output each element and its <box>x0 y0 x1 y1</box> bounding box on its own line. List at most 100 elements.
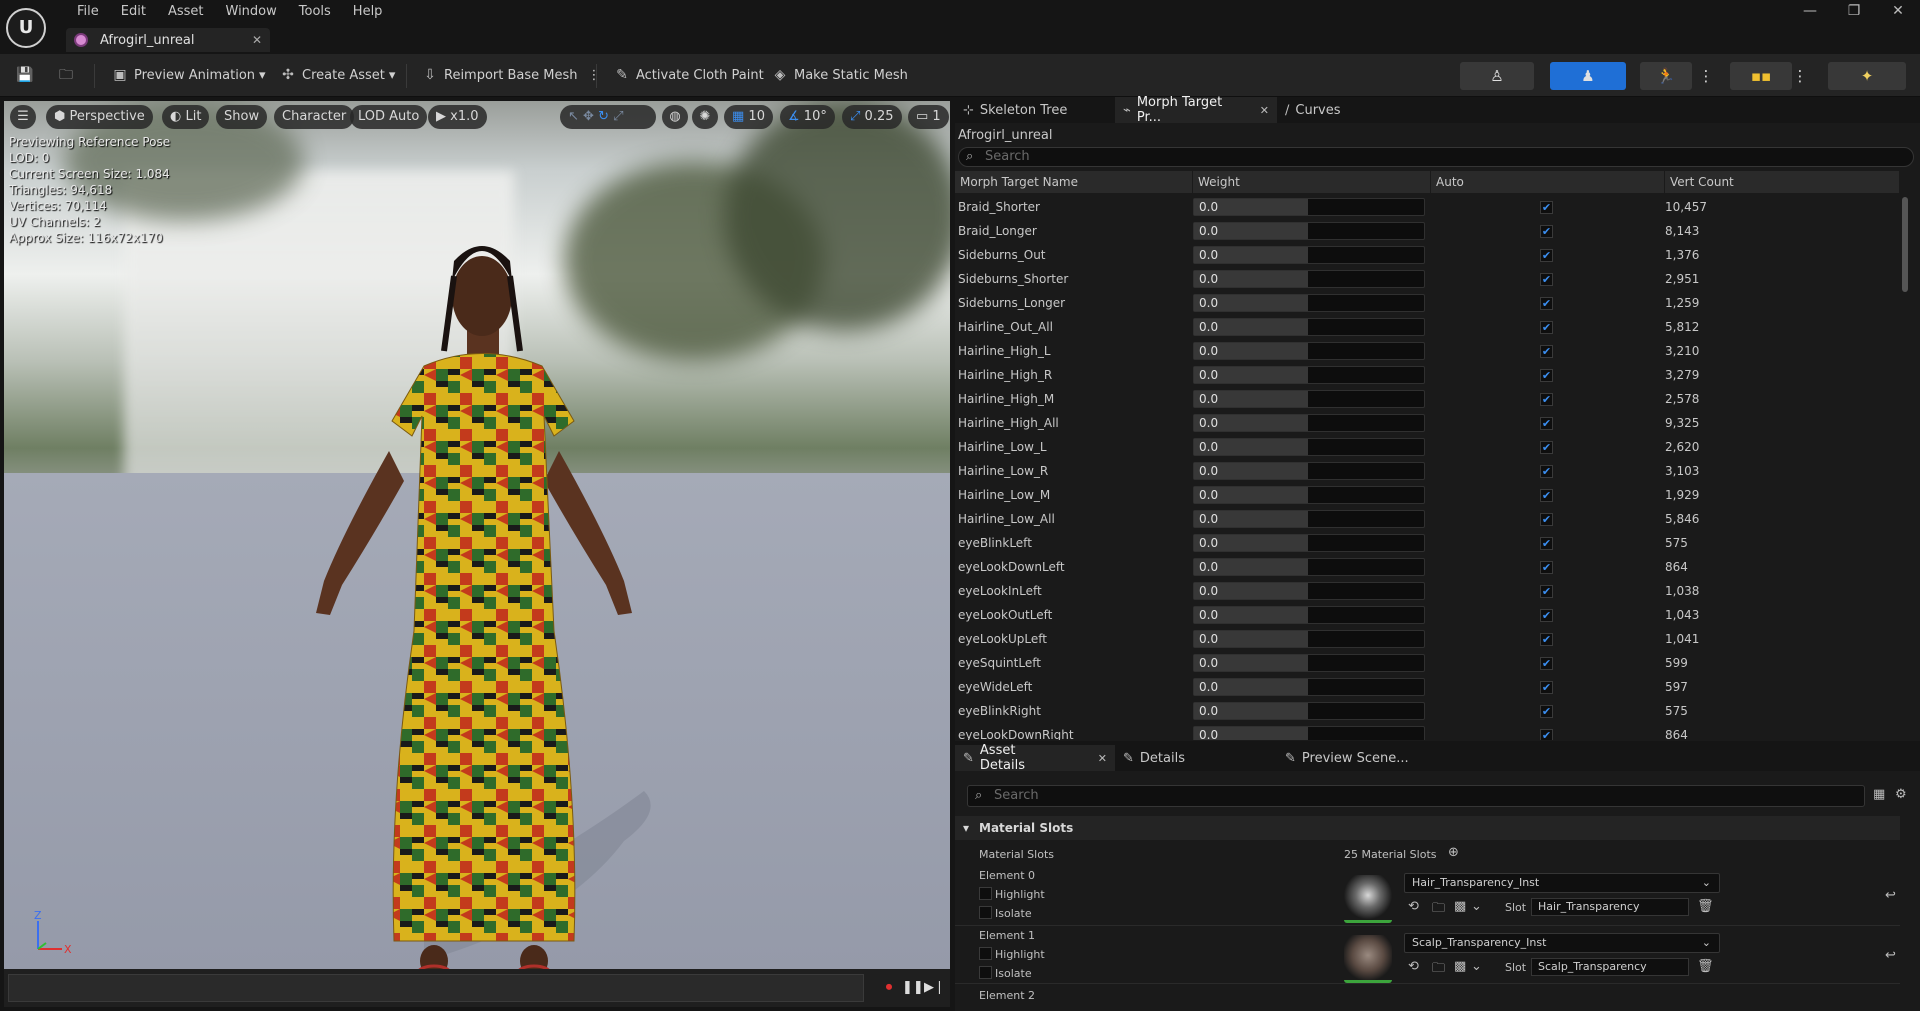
isolate-checkbox[interactable] <box>979 906 992 919</box>
auto-checkbox[interactable]: ✔ <box>1540 537 1553 550</box>
pause-icon[interactable]: ❚❚ <box>902 979 924 997</box>
tab-preview-scene[interactable]: ✎ Preview Scene... <box>1277 745 1437 771</box>
skeleton-mode-button[interactable]: ♙ <box>1460 62 1534 90</box>
move-icon[interactable]: ✥ <box>583 109 594 124</box>
menu-edit[interactable]: Edit <box>110 2 157 22</box>
column-header-name[interactable]: Morph Target Name <box>955 171 1193 193</box>
activate-cloth-paint-button[interactable]: ✎ Activate Cloth Paint <box>614 62 764 88</box>
weight-slider[interactable]: 0.0 <box>1193 222 1425 240</box>
gear-icon[interactable]: ⚙ <box>1895 787 1907 802</box>
3d-viewport[interactable]: ☰ ⬢ Perspective ◐ Lit Show Character LOD… <box>4 101 950 969</box>
table-row[interactable]: Hairline_Low_All 0.0 ✔ 5,846 <box>955 507 1900 531</box>
table-row[interactable]: eyeLookUpLeft 0.0 ✔ 1,041 <box>955 627 1900 651</box>
auto-checkbox[interactable]: ✔ <box>1540 729 1553 740</box>
record-icon[interactable]: ⏺ <box>880 979 898 997</box>
make-static-mesh-button[interactable]: ◈ Make Static Mesh <box>772 62 908 88</box>
reset-to-default-icon[interactable]: ↩ <box>1885 948 1896 963</box>
weight-slider[interactable]: 0.0 <box>1193 246 1425 264</box>
tab-morph-target-preview[interactable]: ⌁ Morph Target Pr... ✕ <box>1115 95 1277 125</box>
step-forward-icon[interactable]: ▶❘ <box>924 979 945 997</box>
checker-icon[interactable]: ▩ <box>1454 959 1466 974</box>
grid-snap-button[interactable]: ▦ 10 <box>724 105 773 129</box>
weight-slider[interactable]: 0.0 <box>1193 342 1425 360</box>
weight-slider[interactable]: 0.0 <box>1193 486 1425 504</box>
blueprint-mode-button[interactable]: ▪▪ <box>1730 62 1792 90</box>
weight-slider[interactable]: 0.0 <box>1193 534 1425 552</box>
table-row[interactable]: eyeBlinkLeft 0.0 ✔ 575 <box>955 531 1900 555</box>
close-icon[interactable]: ✕ <box>1260 104 1269 117</box>
weight-slider[interactable]: 0.0 <box>1193 294 1425 312</box>
weight-slider[interactable]: 0.0 <box>1193 318 1425 336</box>
column-header-auto[interactable]: Auto <box>1431 171 1665 193</box>
rotate-icon[interactable]: ↻ <box>598 109 609 124</box>
table-row[interactable]: eyeSquintLeft 0.0 ✔ 599 <box>955 651 1900 675</box>
skeletal-mesh-mode-button[interactable]: ♟ <box>1550 62 1626 90</box>
reset-arrow-icon[interactable]: ⟲ <box>1408 899 1419 914</box>
browse-folder-icon[interactable]: 🗀 <box>1432 959 1445 981</box>
auto-checkbox[interactable]: ✔ <box>1540 225 1553 238</box>
reset-arrow-icon[interactable]: ⟲ <box>1408 959 1419 974</box>
table-row[interactable]: Sideburns_Shorter 0.0 ✔ 2,951 <box>955 267 1900 291</box>
auto-checkbox[interactable]: ✔ <box>1540 705 1553 718</box>
menu-file[interactable]: File <box>66 2 110 22</box>
rotation-snap-button[interactable]: ∡ 10° <box>780 105 835 129</box>
weight-slider[interactable]: 0.0 <box>1193 726 1425 740</box>
auto-checkbox[interactable]: ✔ <box>1540 393 1553 406</box>
morph-search-input[interactable]: ⌕ Search <box>958 147 1914 167</box>
weight-slider[interactable]: 0.0 <box>1193 654 1425 672</box>
auto-checkbox[interactable]: ✔ <box>1540 201 1553 214</box>
auto-checkbox[interactable]: ✔ <box>1540 273 1553 286</box>
weight-slider[interactable]: 0.0 <box>1193 702 1425 720</box>
details-search-input[interactable]: ⌕ Search <box>967 785 1865 807</box>
weight-slider[interactable]: 0.0 <box>1193 630 1425 648</box>
auto-checkbox[interactable]: ✔ <box>1540 681 1553 694</box>
close-icon[interactable]: ✕ <box>252 33 262 47</box>
weight-slider[interactable]: 0.0 <box>1193 366 1425 384</box>
browse-button[interactable]: 🗀 <box>58 62 80 88</box>
tab-skeleton-tree[interactable]: ⊹ Skeleton Tree <box>955 97 1115 123</box>
lit-button[interactable]: ◐ Lit <box>162 105 210 129</box>
close-window-icon[interactable]: ✕ <box>1876 0 1920 24</box>
table-row[interactable]: Hairline_Out_All 0.0 ✔ 5,812 <box>955 315 1900 339</box>
play-rate-button[interactable]: ▶ x1.0 <box>428 105 487 129</box>
animation-mode-button[interactable]: 🏃 <box>1640 62 1692 90</box>
column-header-weight[interactable]: Weight <box>1193 171 1431 193</box>
weight-slider[interactable]: 0.0 <box>1193 510 1425 528</box>
world-space-icon[interactable]: ◍ <box>662 105 688 129</box>
perspective-button[interactable]: ⬢ Perspective <box>46 105 153 129</box>
scale-snap-button[interactable]: ⤢ 0.25 <box>842 105 902 129</box>
reset-to-default-icon[interactable]: ↩ <box>1885 888 1896 903</box>
auto-checkbox[interactable]: ✔ <box>1540 321 1553 334</box>
tab-curves[interactable]: ∕ Curves <box>1277 97 1377 123</box>
material-select[interactable]: Hair_Transparency_Inst ⌄ <box>1404 873 1720 893</box>
more-options-icon[interactable]: ⋮ <box>1696 62 1716 90</box>
save-button[interactable]: 💾 <box>16 62 38 88</box>
auto-checkbox[interactable]: ✔ <box>1540 417 1553 430</box>
auto-checkbox[interactable]: ✔ <box>1540 585 1553 598</box>
weight-slider[interactable]: 0.0 <box>1193 414 1425 432</box>
auto-checkbox[interactable]: ✔ <box>1540 345 1553 358</box>
table-row[interactable]: eyeLookDownRight 0.0 ✔ 864 <box>955 723 1900 740</box>
select-icon[interactable]: ↖ <box>568 109 579 124</box>
slot-name-field[interactable]: Hair_Transparency <box>1531 898 1689 916</box>
reimport-base-mesh-button[interactable]: ⇩ Reimport Base Mesh ⋮ <box>422 62 600 88</box>
show-button[interactable]: Show <box>216 105 268 129</box>
tab-details[interactable]: ✎ Details <box>1115 745 1277 771</box>
chevron-down-icon[interactable]: ⌄ <box>1471 899 1482 914</box>
auto-checkbox[interactable]: ✔ <box>1540 609 1553 622</box>
scrollbar[interactable] <box>1902 197 1908 292</box>
auto-checkbox[interactable]: ✔ <box>1540 633 1553 646</box>
document-tab[interactable]: Afrogirl_unreal ✕ <box>66 28 270 52</box>
tab-asset-details[interactable]: ✎ Asset Details ✕ <box>955 743 1115 773</box>
material-thumbnail[interactable] <box>1344 875 1392 923</box>
weight-slider[interactable]: 0.0 <box>1193 558 1425 576</box>
table-row[interactable]: Hairline_Low_R 0.0 ✔ 3,103 <box>955 459 1900 483</box>
table-row[interactable]: Hairline_Low_L 0.0 ✔ 2,620 <box>955 435 1900 459</box>
material-select[interactable]: Scalp_Transparency_Inst ⌄ <box>1404 933 1720 953</box>
auto-checkbox[interactable]: ✔ <box>1540 297 1553 310</box>
more-options-icon[interactable]: ⋮ <box>1790 62 1810 90</box>
table-row[interactable]: Braid_Longer 0.0 ✔ 8,143 <box>955 219 1900 243</box>
weight-slider[interactable]: 0.0 <box>1193 270 1425 288</box>
close-icon[interactable]: ✕ <box>1098 752 1107 765</box>
table-row[interactable]: eyeLookOutLeft 0.0 ✔ 1,043 <box>955 603 1900 627</box>
